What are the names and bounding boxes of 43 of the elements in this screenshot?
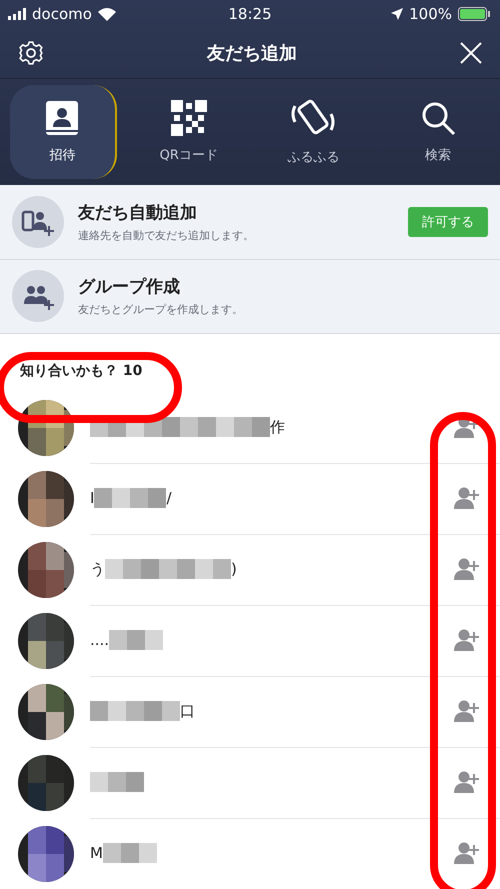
contact-name-fragment: M xyxy=(90,844,103,862)
status-time: 18:25 xyxy=(228,5,272,23)
signal-icon xyxy=(8,8,26,20)
location-arrow-icon xyxy=(391,8,404,20)
action-description: 連絡先を自動で友だち追加します。 xyxy=(78,228,255,243)
section-title: 知り合いかも？ 10 xyxy=(20,362,142,380)
redaction-mosaic xyxy=(102,841,157,865)
tab[interactable]: ふるふる xyxy=(261,85,366,179)
add-friend-icon[interactable] xyxy=(454,558,480,580)
add-friend-icon[interactable] xyxy=(454,700,480,722)
tab[interactable]: 招待 xyxy=(10,85,116,179)
tab[interactable]: QRコード xyxy=(136,85,241,179)
add-friend-icon[interactable] xyxy=(454,842,480,864)
phone-people-icon xyxy=(12,196,64,248)
action-row[interactable]: 友だち自動追加 連絡先を自動で友だち追加します。 許可する xyxy=(0,185,500,260)
add-friend-icon[interactable] xyxy=(454,629,480,651)
contact-name-fragment: 作 xyxy=(270,418,285,436)
tab[interactable]: 検索 xyxy=(386,85,490,179)
contact-name-fragment: 口 xyxy=(180,702,195,720)
add-friend-icon[interactable] xyxy=(454,771,480,793)
screen-title: 友だち追加 xyxy=(207,42,297,65)
redaction-mosaic xyxy=(109,628,164,652)
contact-name-fragment: ) xyxy=(231,560,237,578)
close-icon[interactable] xyxy=(460,42,482,64)
carrier-name: docomo xyxy=(32,5,92,23)
contact-name-fragment: う xyxy=(90,560,105,578)
settings-icon[interactable] xyxy=(18,40,44,66)
qr-code-icon xyxy=(170,100,207,136)
wifi-icon xyxy=(98,8,116,20)
action-description: 友だちとグループを作成します。 xyxy=(78,302,244,318)
contact-name-fragment: I xyxy=(90,489,94,507)
contact-name-fragment: / xyxy=(166,489,172,507)
battery-percentage: 100% xyxy=(409,5,452,23)
redaction-mosaic xyxy=(90,770,144,794)
action-title: 友だち自動追加 xyxy=(78,202,198,224)
action-title: グループ作成 xyxy=(78,276,181,298)
add-friend-icon[interactable] xyxy=(454,487,480,509)
action-row[interactable]: グループ作成 友だちとグループを作成します。 xyxy=(0,260,500,334)
battery-icon xyxy=(458,7,492,21)
contact-book-icon xyxy=(45,100,80,136)
search-icon xyxy=(420,100,456,136)
contact-name-fragment: .... xyxy=(90,631,110,649)
group-add-icon xyxy=(12,270,64,322)
